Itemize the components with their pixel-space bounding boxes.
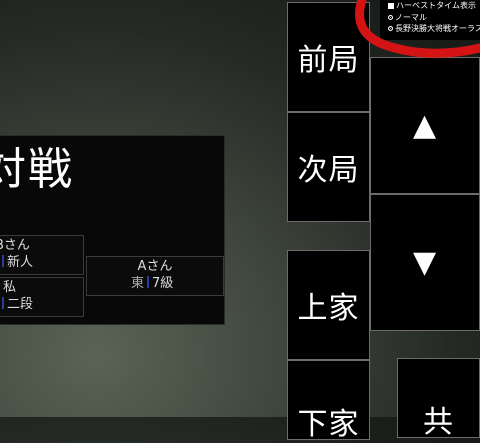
player-rank-row: 東 7級 — [131, 276, 173, 291]
player-name: Aさん — [137, 259, 173, 274]
up-arrow-icon: ▲ — [412, 108, 438, 143]
scroll-down-button[interactable]: ▼ — [370, 194, 480, 331]
player-rank: 7級 — [152, 276, 174, 291]
player-card-b[interactable]: Bさん 新人 — [0, 235, 84, 275]
player-name: Bさん — [0, 238, 30, 253]
upper-player-button[interactable]: 上家 — [287, 250, 370, 360]
player-name: 私 — [3, 280, 17, 295]
player-rank: 二段 — [7, 297, 34, 312]
player-card-a[interactable]: Aさん 東 7級 — [86, 256, 224, 296]
player-rank-row: 二段 — [0, 297, 33, 312]
player-card-me[interactable]: 私 二段 — [0, 277, 84, 317]
rank-bar — [2, 297, 4, 309]
rank-bar — [2, 255, 4, 267]
scroll-up-button[interactable]: ▲ — [370, 57, 480, 194]
partial-bottom-button[interactable]: 共 — [397, 358, 480, 440]
player-rank: 新人 — [7, 255, 34, 270]
player-wind: 東 — [131, 276, 145, 291]
next-round-button[interactable]: 次局 — [287, 112, 370, 222]
lower-player-button[interactable]: 下家 — [287, 360, 370, 442]
player-rank-row: 新人 — [0, 255, 33, 270]
red-annotation-stroke — [355, 0, 480, 58]
rank-bar — [147, 276, 150, 288]
match-title: 対戦 — [0, 144, 74, 195]
down-arrow-icon: ▼ — [412, 245, 438, 280]
